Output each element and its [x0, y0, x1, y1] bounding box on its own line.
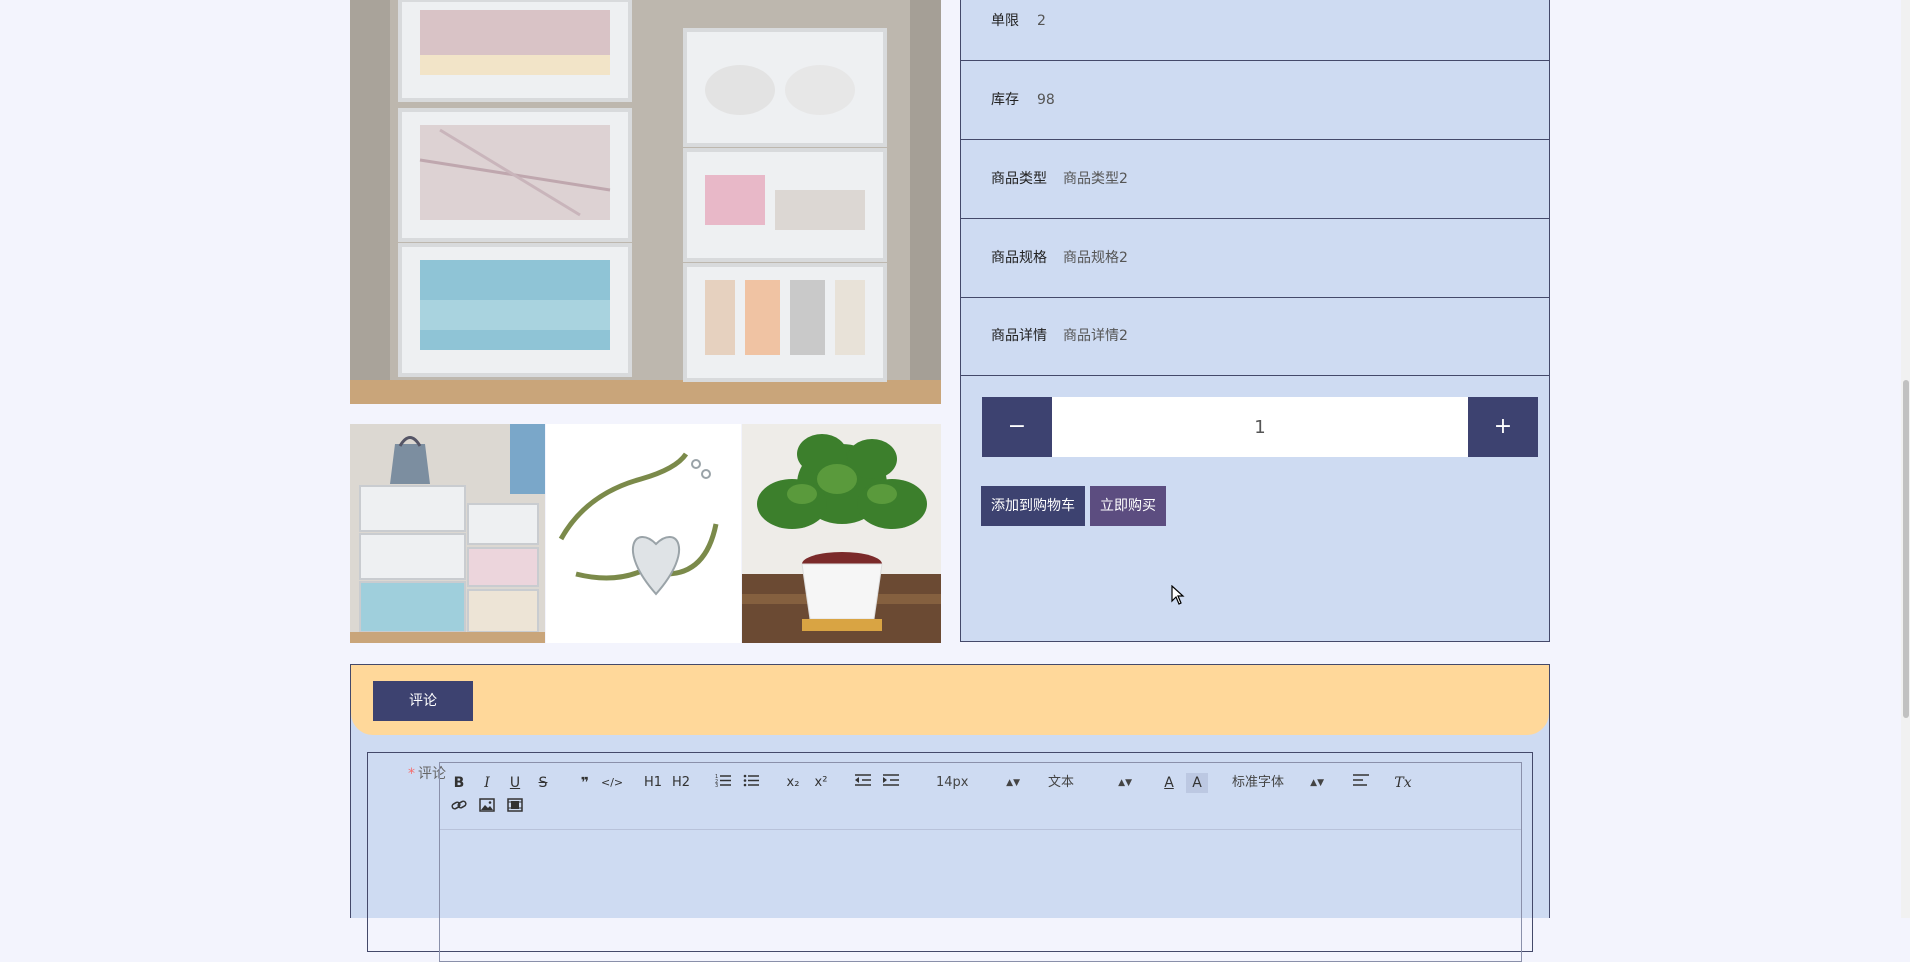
product-main-image [350, 0, 941, 404]
header-value: 文本 [1048, 775, 1075, 790]
buy-now-button[interactable]: 立即购买 [1090, 486, 1166, 526]
quantity-increase-button[interactable]: + [1468, 397, 1538, 457]
font-size-value: 14px [936, 775, 969, 790]
editor-content-area[interactable] [440, 830, 1521, 961]
select-arrows-icon: ▲▼ [1118, 778, 1132, 788]
superscript-icon[interactable]: x² [810, 773, 832, 793]
underline-icon[interactable]: U [504, 773, 526, 793]
info-label: 商品详情 [991, 328, 1047, 344]
info-label: 库存 [991, 92, 1019, 108]
info-label: 单限 [991, 13, 1019, 29]
info-row-type: 商品类型 商品类型2 [961, 140, 1549, 219]
font-family-select[interactable]: 标准字体 ▲▼ [1232, 773, 1324, 793]
code-block-icon[interactable]: </> [601, 773, 623, 793]
tab-comment[interactable]: 评论 [373, 681, 473, 721]
strikethrough-icon[interactable]: S [532, 773, 554, 793]
info-label: 商品类型 [991, 171, 1047, 187]
add-to-cart-button[interactable]: 添加到购物车 [981, 486, 1085, 526]
blockquote-icon[interactable]: ❞ [574, 773, 596, 793]
heading1-icon[interactable]: H1 [642, 773, 664, 793]
subscript-icon[interactable]: x₂ [782, 773, 804, 793]
product-thumbnail-drawers[interactable] [350, 424, 545, 643]
indent-decrease-icon[interactable] [852, 773, 874, 793]
select-arrows-icon: ▲▼ [1006, 778, 1020, 788]
info-row-spec: 商品规格 商品规格2 [961, 219, 1549, 298]
info-value: 98 [1037, 92, 1055, 108]
font-color-icon[interactable]: A [1158, 773, 1180, 793]
clear-format-icon[interactable]: Tx [1392, 773, 1414, 793]
heading2-icon[interactable]: H2 [670, 773, 692, 793]
bullet-list-icon[interactable] [740, 773, 762, 793]
comment-header: 评论 [351, 665, 1549, 735]
required-mark: * [408, 766, 415, 782]
ordered-list-icon[interactable]: 123 [712, 773, 734, 793]
info-value: 2 [1037, 13, 1046, 29]
italic-icon[interactable]: I [476, 773, 498, 793]
align-left-icon[interactable] [1350, 773, 1372, 793]
product-thumbnail-plant[interactable] [742, 424, 941, 643]
comment-editor: B I U S ❞ </> H1 H2 123 x₂ x² 14px ▲▼ 文本 ▲… [439, 762, 1522, 962]
bold-icon[interactable]: B [448, 773, 470, 793]
image-icon[interactable] [476, 798, 498, 818]
header-select[interactable]: 文本 ▲▼ [1048, 773, 1132, 793]
select-arrows-icon: ▲▼ [1310, 778, 1324, 788]
font-family-value: 标准字体 [1232, 775, 1285, 790]
page-scrollbar-thumb[interactable] [1903, 380, 1909, 718]
background-color-icon[interactable]: A [1186, 773, 1208, 793]
font-size-select[interactable]: 14px ▲▼ [936, 773, 1020, 793]
link-icon[interactable] [448, 798, 470, 818]
indent-increase-icon[interactable] [880, 773, 902, 793]
mouse-cursor-icon [1171, 585, 1185, 605]
info-row-detail: 商品详情 商品详情2 [961, 297, 1549, 376]
product-thumbnail-bracelet[interactable] [546, 424, 741, 643]
info-value: 商品详情2 [1063, 328, 1128, 344]
svg-text:3: 3 [715, 783, 718, 787]
info-value: 商品规格2 [1063, 250, 1128, 266]
quantity-decrease-button[interactable]: − [982, 397, 1052, 457]
info-label: 商品规格 [991, 250, 1047, 266]
info-row-stock: 库存 98 [961, 61, 1549, 140]
info-row-purchase-limit: 单限 2 [961, 0, 1549, 61]
video-icon[interactable] [504, 798, 526, 818]
quantity-input[interactable] [1052, 397, 1468, 457]
product-info-panel: 单限 2 库存 98 商品类型 商品类型2 商品规格 商品规格2 商品详情 商品… [960, 0, 1550, 642]
editor-toolbar: B I U S ❞ </> H1 H2 123 x₂ x² 14px ▲▼ 文本 ▲… [440, 763, 1521, 830]
info-value: 商品类型2 [1063, 171, 1128, 187]
